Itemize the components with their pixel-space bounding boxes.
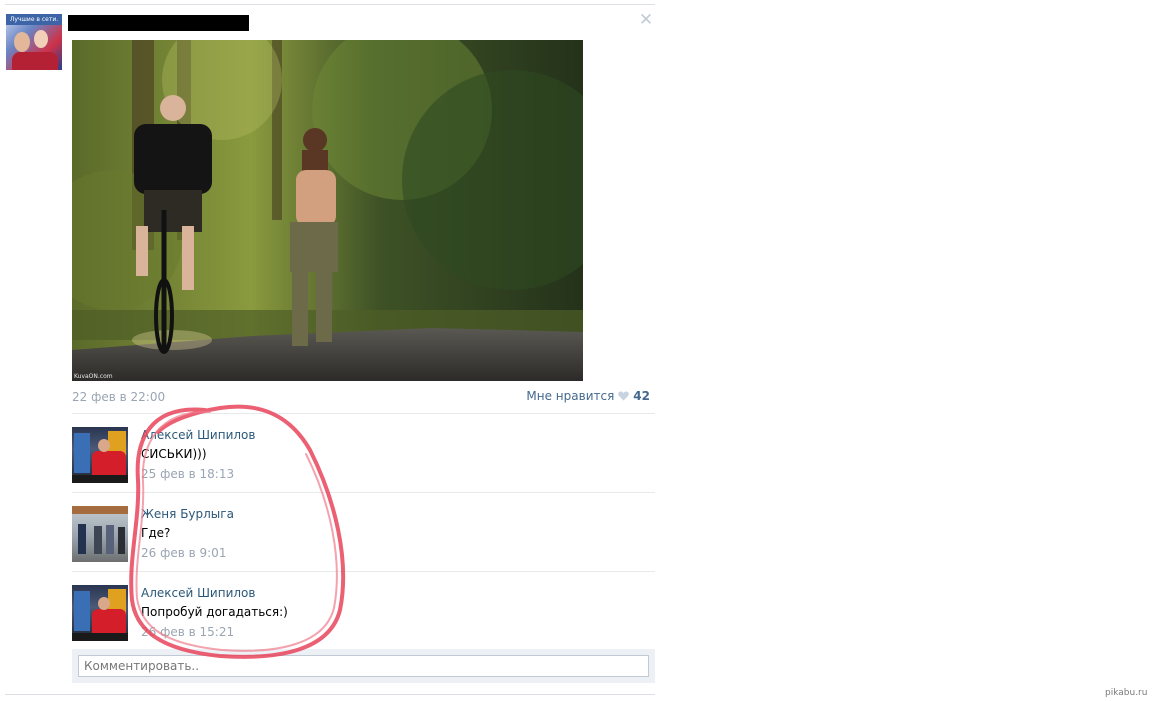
avatar-detail <box>98 597 110 610</box>
avatar-detail <box>98 439 110 452</box>
post-photo-image <box>72 40 583 381</box>
avatar-figure <box>14 32 30 52</box>
comment-text: Попробуй догадаться:) <box>141 605 288 619</box>
avatar-detail <box>72 506 128 514</box>
divider <box>72 492 655 493</box>
divider <box>72 571 655 572</box>
avatar-detail <box>78 524 86 554</box>
comment-item: Алексей Шипилов СИСЬКИ))) 25 фев в 18:13 <box>72 427 655 505</box>
like-count: 42 <box>633 389 650 403</box>
avatar-detail <box>106 525 114 554</box>
comment-form <box>72 649 655 683</box>
bottom-divider <box>5 694 655 695</box>
site-watermark: pikabu.ru <box>1105 688 1148 698</box>
comment-text: СИСЬКИ))) <box>141 447 207 461</box>
comment-item: Женя Бурлыга Где? 26 фев в 9:01 <box>72 506 655 584</box>
group-avatar[interactable]: Лучшие в сети. <box>6 14 62 70</box>
like-label: Мне нравится <box>526 389 615 403</box>
close-icon[interactable]: ✕ <box>638 12 654 29</box>
like-button[interactable]: Мне нравится 42 <box>526 389 650 403</box>
comment-author[interactable]: Алексей Шипилов <box>141 428 255 442</box>
comment-input[interactable] <box>78 655 649 677</box>
comment-date[interactable]: 26 фев в 9:01 <box>141 546 226 560</box>
avatar-detail <box>72 633 128 641</box>
comment-date[interactable]: 26 фев в 15:21 <box>141 625 234 639</box>
avatar-detail <box>92 451 126 477</box>
post-date[interactable]: 22 фев в 22:00 <box>72 390 165 404</box>
comment-avatar[interactable] <box>72 585 128 641</box>
avatar-figure <box>12 52 58 70</box>
avatar-detail <box>74 433 90 473</box>
post-photo[interactable]: KuvaON.com <box>72 40 583 381</box>
comment-date[interactable]: 25 фев в 18:13 <box>141 467 234 481</box>
comment-avatar[interactable] <box>72 506 128 562</box>
avatar-detail <box>94 526 102 554</box>
photo-watermark: KuvaON.com <box>74 373 113 380</box>
top-divider <box>5 4 655 5</box>
heart-icon <box>618 391 630 401</box>
avatar-figure <box>34 30 48 48</box>
comment-avatar[interactable] <box>72 427 128 483</box>
comment-author[interactable]: Алексей Шипилов <box>141 586 255 600</box>
avatar-detail <box>72 475 128 483</box>
comment-text: Где? <box>141 526 171 540</box>
group-avatar-label: Лучшие в сети. <box>6 14 62 25</box>
avatar-detail <box>74 591 90 631</box>
redacted-author-name <box>68 15 249 31</box>
comment-author[interactable]: Женя Бурлыга <box>141 507 234 521</box>
avatar-detail <box>118 527 125 554</box>
divider <box>72 413 655 414</box>
avatar-detail <box>92 609 126 635</box>
